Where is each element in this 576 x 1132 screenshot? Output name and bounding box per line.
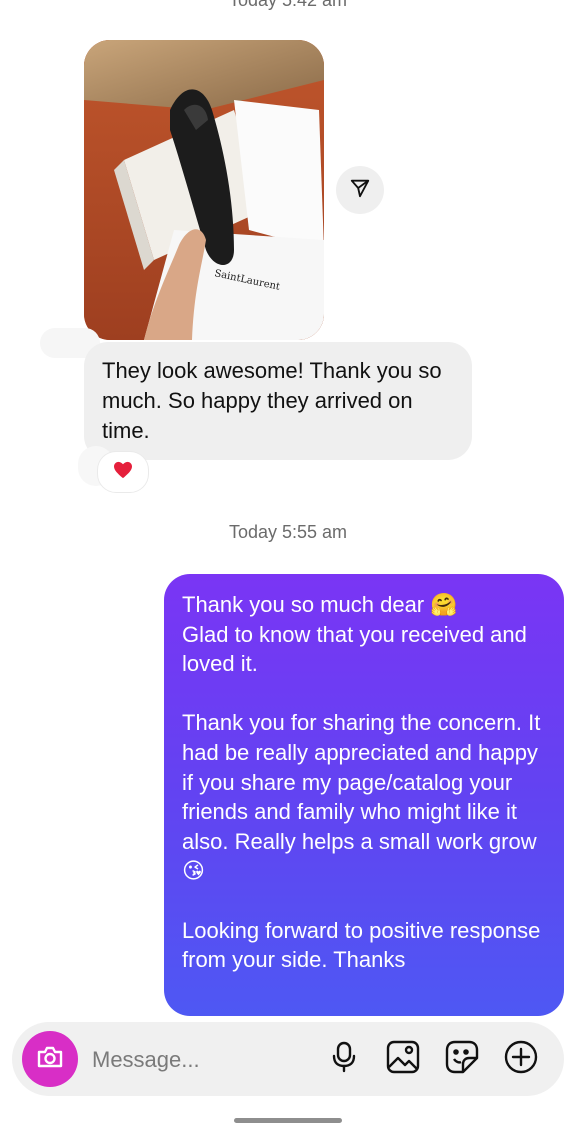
message-composer: [12, 1022, 564, 1096]
timestamp-top: Today 5:42 am: [228, 0, 348, 10]
shoe-photo-illustration: SaintLaurent: [84, 40, 324, 340]
camera-icon: [36, 1045, 64, 1074]
outgoing-paragraph: Thank you for sharing the concern. It ha…: [182, 710, 541, 884]
incoming-photo[interactable]: SaintLaurent: [84, 40, 324, 340]
outgoing-paragraph: Looking forward to positive response fro…: [182, 917, 541, 973]
message-input[interactable]: [90, 1040, 304, 1080]
share-button[interactable]: [336, 166, 384, 214]
outgoing-message-bubble[interactable]: Thank you so much dear 🤗 Glad to know th…: [164, 574, 564, 1016]
send-icon: [349, 177, 371, 204]
microphone-button[interactable]: [326, 1041, 362, 1077]
add-icon: [504, 1040, 538, 1079]
add-button[interactable]: [503, 1040, 539, 1079]
reaction-badge[interactable]: [98, 452, 148, 492]
microphone-icon: [332, 1041, 356, 1078]
gallery-button[interactable]: [385, 1040, 421, 1079]
sticker-button[interactable]: [444, 1040, 480, 1079]
gallery-icon: [386, 1040, 420, 1079]
sticker-icon: [445, 1040, 479, 1079]
camera-button[interactable]: [22, 1031, 78, 1087]
home-indicator[interactable]: [234, 1118, 342, 1123]
timestamp-mid: Today 5:55 am: [228, 522, 348, 542]
outgoing-paragraph: Thank you so much dear 🤗 Glad to know th…: [182, 592, 527, 677]
heart-reaction-icon: [113, 461, 133, 484]
incoming-message-bubble[interactable]: They look awesome! Thank you so much. So…: [84, 342, 472, 460]
